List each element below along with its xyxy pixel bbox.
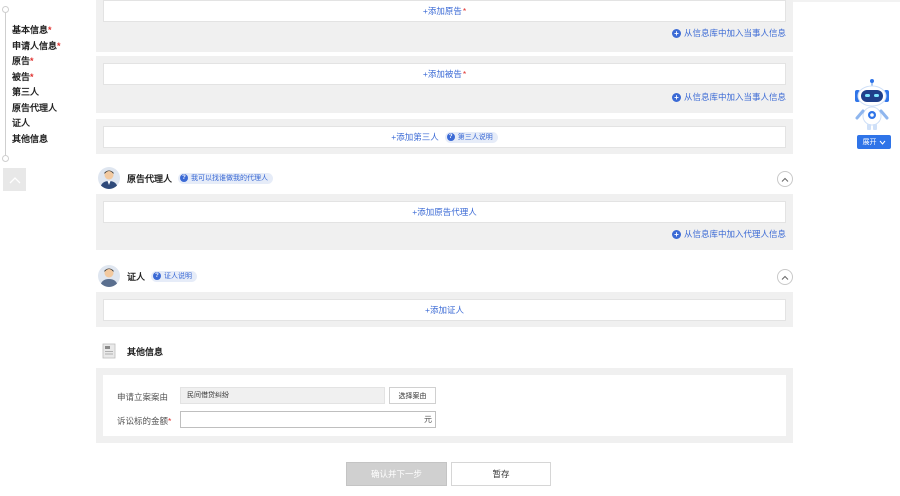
nav-end-dot: [2, 155, 9, 162]
nav-start-dot: [2, 6, 9, 13]
witness-avatar: [98, 265, 120, 287]
case-cause-field: 民间借贷纠纷: [180, 387, 385, 404]
defendant-library-link[interactable]: + 从信息库中加入当事人信息: [671, 91, 786, 103]
question-icon: ?: [446, 133, 455, 141]
page: 基本信息* 申请人信息* 原告* 被告* 第三人 原告代理人 证人 其他信息 +…: [0, 0, 900, 496]
plus-circle-icon: +: [671, 28, 681, 38]
plus-circle-icon: +: [671, 229, 681, 239]
robot-icon: [855, 79, 889, 130]
nav-timeline: [5, 10, 6, 158]
person-avatar-icon: [100, 268, 118, 287]
assistant-expand-button[interactable]: 展开: [857, 135, 891, 149]
plaintiff-library-link[interactable]: + 从信息库中加入当事人信息: [671, 27, 786, 39]
confirm-next-button[interactable]: 确认并下一步: [346, 462, 447, 486]
other-info-section-title: 其他信息: [127, 346, 164, 357]
plus-circle-icon: +: [671, 92, 681, 102]
nav-item-other-info[interactable]: 其他信息: [12, 132, 61, 148]
other-info-form-panel: [96, 368, 793, 443]
witness-section-title: 证人: [127, 271, 146, 282]
chevron-up-icon: [781, 177, 789, 182]
chevron-down-icon: [879, 140, 885, 145]
nav-item-witness[interactable]: 证人: [12, 116, 61, 132]
case-cause-label: 申请立案案由: [117, 392, 169, 402]
document-icon: [98, 340, 120, 362]
person-avatar-icon: [100, 170, 118, 189]
amount-unit: 元: [424, 415, 432, 424]
question-icon: ?: [180, 174, 189, 182]
select-case-cause-button[interactable]: 选择案由: [389, 387, 436, 404]
add-plaintiff-button[interactable]: +添加原告 *: [103, 0, 786, 22]
add-agent-button[interactable]: +添加原告代理人: [103, 201, 786, 223]
nav-item-basic-info[interactable]: 基本信息*: [12, 23, 61, 39]
third-party-help-badge[interactable]: ? 第三人说明: [444, 131, 498, 143]
agent-section: +添加原告代理人 + 从信息库中加入代理人信息: [96, 194, 793, 250]
witness-collapse-button[interactable]: [777, 269, 793, 285]
agent-collapse-button[interactable]: [777, 171, 793, 187]
save-draft-button[interactable]: 暂存: [451, 462, 551, 486]
nav-item-plaintiff[interactable]: 原告*: [12, 54, 61, 70]
other-info-section-header: 其他信息: [96, 336, 793, 366]
agent-help-badge[interactable]: ? 我可以找谁做我的代理人: [178, 172, 274, 184]
chevron-up-icon: [9, 176, 20, 183]
witness-section: +添加证人: [96, 292, 793, 327]
third-party-section: +添加第三人 ? 第三人说明: [96, 119, 793, 154]
plaintiff-section: +添加原告 * + 从信息库中加入当事人信息: [96, 0, 793, 52]
nav-item-plaintiff-agent[interactable]: 原告代理人: [12, 101, 61, 117]
agent-section-title: 原告代理人: [127, 173, 173, 184]
question-icon: ?: [153, 272, 162, 280]
nav-item-applicant-info[interactable]: 申请人信息*: [12, 39, 61, 55]
nav-item-defendant[interactable]: 被告*: [12, 70, 61, 86]
add-defendant-button[interactable]: +添加被告 *: [103, 63, 786, 85]
add-third-party-button[interactable]: +添加第三人 ? 第三人说明: [103, 126, 786, 148]
agent-avatar: [98, 167, 120, 189]
amount-input[interactable]: [180, 411, 436, 428]
top-rule: [793, 0, 900, 2]
witness-help-badge[interactable]: ? 证人说明: [151, 270, 198, 282]
side-nav: 基本信息* 申请人信息* 原告* 被告* 第三人 原告代理人 证人 其他信息: [0, 0, 90, 165]
back-to-top-button[interactable]: [3, 168, 26, 191]
agent-section-header: 原告代理人 ? 我可以找谁做我的代理人: [96, 163, 793, 193]
chevron-up-icon: [781, 275, 789, 280]
defendant-section: +添加被告 * + 从信息库中加入当事人信息: [96, 56, 793, 113]
amount-label: 诉讼标的金额*: [117, 416, 172, 426]
nav-item-third-party[interactable]: 第三人: [12, 85, 61, 101]
add-witness-button[interactable]: +添加证人: [103, 299, 786, 321]
witness-section-header: 证人 ? 证人说明: [96, 261, 793, 291]
agent-library-link[interactable]: + 从信息库中加入代理人信息: [671, 228, 786, 240]
